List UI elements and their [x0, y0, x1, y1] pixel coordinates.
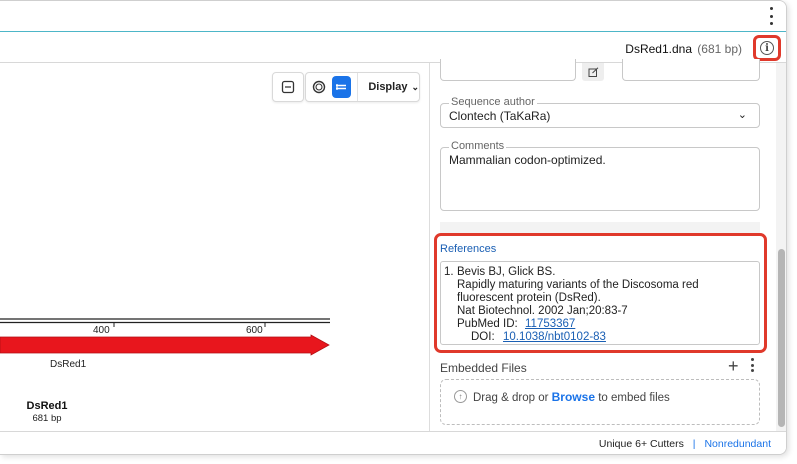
info-button[interactable]: i [753, 35, 781, 61]
drop-suffix: to embed files [598, 392, 670, 404]
enzyme-set-link[interactable]: Unique 6+ Cutters [599, 438, 684, 450]
edit-icon [588, 66, 598, 77]
comments-value: Mammalian codon-optimized. [449, 153, 606, 167]
add-icon[interactable]: + [728, 356, 739, 377]
map-title: DsRed1 [27, 400, 68, 412]
chevron-down-icon: ⌄ [737, 109, 747, 121]
sequence-author-label: Sequence author [449, 96, 537, 108]
pubmed-link[interactable]: 11753367 [525, 318, 575, 330]
map-viewer: Display ⌄ 400 600 DsRed1 DsRed1 681 bp [0, 63, 430, 431]
tick-label-400: 400 [93, 325, 110, 336]
linear-map: 400 600 DsRed1 DsRed1 681 bp [0, 318, 330, 424]
sequence-name: DsRed1.dna [625, 42, 692, 56]
status-separator: | [692, 438, 696, 450]
app-window: DsRed1.dna (681 bp) i Display ⌄ 400 600 … [0, 0, 787, 455]
scrollbar-thumb[interactable] [778, 249, 785, 427]
comments-field[interactable]: Comments Mammalian codon-optimized. [440, 140, 760, 211]
comments-label: Comments [449, 140, 507, 152]
tick-label-600: 600 [246, 325, 263, 336]
sequence-author-select[interactable]: Sequence author Clontech (TaKaRa) ⌄ [440, 96, 760, 128]
file-dropzone[interactable]: ↑ Drag & drop or Browse to embed files [440, 379, 760, 425]
reference-authors: Bevis BJ, Glick BS. [457, 266, 556, 278]
sequence-length: (681 bp) [697, 42, 742, 56]
field-partial-right[interactable] [622, 59, 760, 81]
sequence-author-value: Clontech (TaKaRa) [449, 109, 551, 123]
more-options-icon[interactable] [767, 7, 775, 25]
upload-arrow-icon: ↑ [454, 390, 467, 403]
map-length: 681 bp [32, 413, 61, 424]
references-box[interactable]: 1. Bevis BJ, Glick BS. Rapidly maturing … [440, 261, 760, 345]
reference-title-line1: Rapidly maturing variants of the Discoso… [457, 279, 699, 291]
browse-link[interactable]: Browse [552, 390, 595, 404]
info-icon: i [760, 41, 774, 55]
feature-label[interactable]: DsRed1 [50, 359, 87, 370]
dropzone-text: Drag & drop or Browse to embed files [473, 390, 670, 404]
pubmed-label: PubMed ID: [457, 318, 518, 330]
reference-journal: Nat Biotechnol. 2002 Jan;20:83-7 [457, 305, 628, 317]
references-title[interactable]: References [440, 243, 496, 255]
field-partial-left[interactable] [440, 59, 576, 81]
dsred1-feature-arrow[interactable] [0, 334, 330, 356]
top-bar [0, 1, 786, 32]
status-bar-text: Unique 6+ Cutters | Nonredundant [599, 438, 771, 450]
drop-text: Drag & drop or [473, 392, 549, 404]
edit-button[interactable] [582, 63, 604, 81]
doi-label: DOI: [471, 331, 495, 343]
panel-scrollbar[interactable] [776, 63, 786, 431]
nonredundant-link[interactable]: Nonredundant [704, 438, 771, 450]
reference-title-line2: fluorescent protein (DsRed). [457, 292, 601, 304]
embedded-files-menu-icon[interactable] [750, 358, 754, 372]
embedded-files-title: Embedded Files [440, 361, 527, 375]
reference-number: 1. [444, 266, 454, 278]
status-bar: Unique 6+ Cutters | Nonredundant [0, 431, 786, 454]
doi-link[interactable]: 10.1038/nbt0102-83 [503, 331, 606, 343]
